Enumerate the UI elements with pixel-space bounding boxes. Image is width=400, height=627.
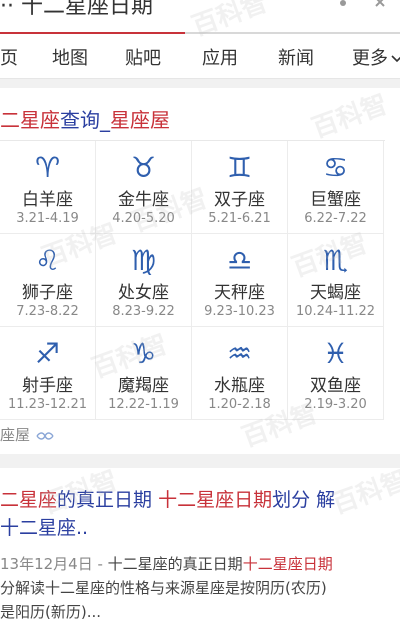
tab-tieba[interactable]: 贴吧 (125, 44, 161, 70)
zodiac-date: 3.21-4.19 (16, 211, 79, 226)
zodiac-name: 天蝎座 (310, 283, 361, 303)
card-title-highlight: 二星座 (0, 108, 60, 132)
zodiac-date: 5.21-6.21 (208, 211, 271, 226)
zodiac-cell[interactable]: ♈ 白羊座 3.21-4.19 (0, 141, 96, 234)
snippet-date: 13年12月4日 - (0, 555, 108, 573)
zodiac-cell[interactable]: ♓ 双鱼座 2.19-3.20 (288, 327, 384, 420)
zodiac-name: 双子座 (214, 190, 265, 210)
close-icon[interactable] (374, 0, 386, 8)
zodiac-date: 2.19-3.20 (304, 397, 367, 412)
mic-icon[interactable] (338, 0, 348, 8)
tab-map[interactable]: 地图 (52, 44, 88, 70)
result-title-text: 划分 解 (272, 489, 336, 511)
zodiac-grid: ♈ 白羊座 3.21-4.19 ♉ 金牛座 4.20-5.20 ♊ 双子座 5.21-6.2… (0, 140, 385, 421)
search-bar[interactable]: ·· 十二星座日期 (0, 0, 400, 34)
nav-tabs: 页 地图 贴吧 应用 新闻 更多 (0, 34, 400, 79)
leo-icon: ♌ (34, 244, 61, 277)
zodiac-name: 巨蟹座 (310, 190, 361, 210)
zodiac-cell[interactable]: ♌ 狮子座 7.23-8.22 (0, 234, 96, 327)
zodiac-date: 1.20-2.18 (208, 397, 271, 412)
libra-icon: ♎ (226, 244, 253, 277)
zodiac-date: 12.22-1.19 (108, 397, 179, 412)
tab-more[interactable]: 更多 (352, 44, 400, 70)
result-title-text: 的真正日期 (57, 489, 159, 511)
snippet-hl: 十二星座日期 (242, 555, 333, 573)
zodiac-cell[interactable]: ♋ 巨蟹座 6.22-7.22 (288, 141, 384, 234)
result-title-hl: 二星座 (0, 489, 58, 511)
tab-more-label: 更多 (352, 48, 388, 69)
zodiac-cell[interactable]: ♍ 处女座 8.23-9.22 (96, 234, 192, 327)
constellation-card: 二星座查询_星座屋 ♈ 白羊座 3.21-4.19 ♉ 金牛座 4.20-5.20 ♊ 双… (0, 88, 400, 454)
zodiac-cell[interactable]: ♉ 金牛座 4.20-5.20 (96, 141, 192, 234)
zodiac-date: 4.20-5.20 (112, 211, 175, 226)
zodiac-cell[interactable]: ♑ 魔羯座 12.22-1.19 (96, 327, 192, 420)
snippet-text: 分解读十二星座的性格与来源星座是按阴历(农历) (0, 579, 327, 597)
pisces-icon: ♓ (322, 337, 349, 370)
virgo-icon: ♍ (130, 244, 157, 277)
zodiac-name: 射手座 (22, 376, 73, 396)
sagittarius-icon: ♐ (34, 337, 61, 370)
zodiac-date: 11.23-12.21 (7, 397, 88, 412)
card-title-mid: 查询_ (60, 108, 110, 132)
zodiac-cell[interactable]: ♊ 双子座 5.21-6.21 (192, 141, 288, 234)
zodiac-name: 天秤座 (214, 283, 265, 303)
snippet-text: 十二星座的真正日期 (107, 555, 243, 573)
zodiac-date: 8.23-9.22 (112, 304, 175, 319)
cancer-icon: ♋ (322, 151, 349, 184)
zodiac-name: 魔羯座 (118, 376, 169, 396)
zodiac-cell[interactable]: ♏ 天蝎座 10.24-11.22 (288, 234, 384, 327)
zodiac-name: 双鱼座 (310, 376, 361, 396)
zodiac-cell[interactable]: ♐ 射手座 11.23-12.21 (0, 327, 96, 420)
result-title-link[interactable]: 二星座的真正日期 十二星座日期划分 解十二星座.. (0, 486, 398, 542)
zodiac-name: 白羊座 (22, 190, 73, 210)
zodiac-name: 处女座 (118, 283, 169, 303)
zodiac-name: 狮子座 (22, 283, 73, 303)
search-query[interactable]: ·· 十二星座日期 (0, 0, 153, 20)
tab-news[interactable]: 新闻 (278, 44, 314, 70)
chevron-down-icon (391, 55, 400, 63)
tab-web[interactable]: 页 (0, 44, 18, 70)
result-title-hl: 十二星座日期 (158, 489, 273, 511)
card-title-site: 星座屋 (110, 108, 170, 132)
result-snippet: 13年12月4日 - 十二星座的真正日期十二星座日期分解读十二星座的性格与来源星… (0, 552, 398, 624)
zodiac-date: 6.22-7.22 (304, 211, 367, 226)
taurus-icon: ♉ (130, 151, 157, 184)
zodiac-cell[interactable]: ♎ 天秤座 9.23-10.23 (192, 234, 288, 327)
scorpio-icon: ♏ (322, 244, 349, 277)
zodiac-cell[interactable]: ♒ 水瓶座 1.20-2.18 (192, 327, 288, 420)
aquarius-icon: ♒ (226, 337, 253, 370)
link-icon (36, 431, 54, 440)
source-label: 座屋 (0, 426, 31, 444)
search-result: 二星座的真正日期 十二星座日期划分 解十二星座.. 13年12月4日 - 十二星… (0, 468, 400, 627)
card-title[interactable]: 二星座查询_星座屋 (0, 104, 170, 133)
result-title-text: 十二星座.. (0, 517, 89, 539)
capricorn-icon: ♑ (130, 337, 157, 370)
zodiac-date: 7.23-8.22 (16, 304, 79, 319)
gemini-icon: ♊ (226, 151, 253, 184)
zodiac-date: 9.23-10.23 (204, 304, 275, 319)
zodiac-name: 水瓶座 (214, 376, 265, 396)
card-source[interactable]: 座屋 (0, 424, 54, 445)
tab-apps[interactable]: 应用 (202, 44, 238, 70)
aries-icon: ♈ (34, 151, 61, 184)
zodiac-name: 金牛座 (118, 190, 169, 210)
zodiac-date: 10.24-11.22 (295, 304, 376, 319)
snippet-text: 是阳历(新历)... (0, 603, 102, 621)
